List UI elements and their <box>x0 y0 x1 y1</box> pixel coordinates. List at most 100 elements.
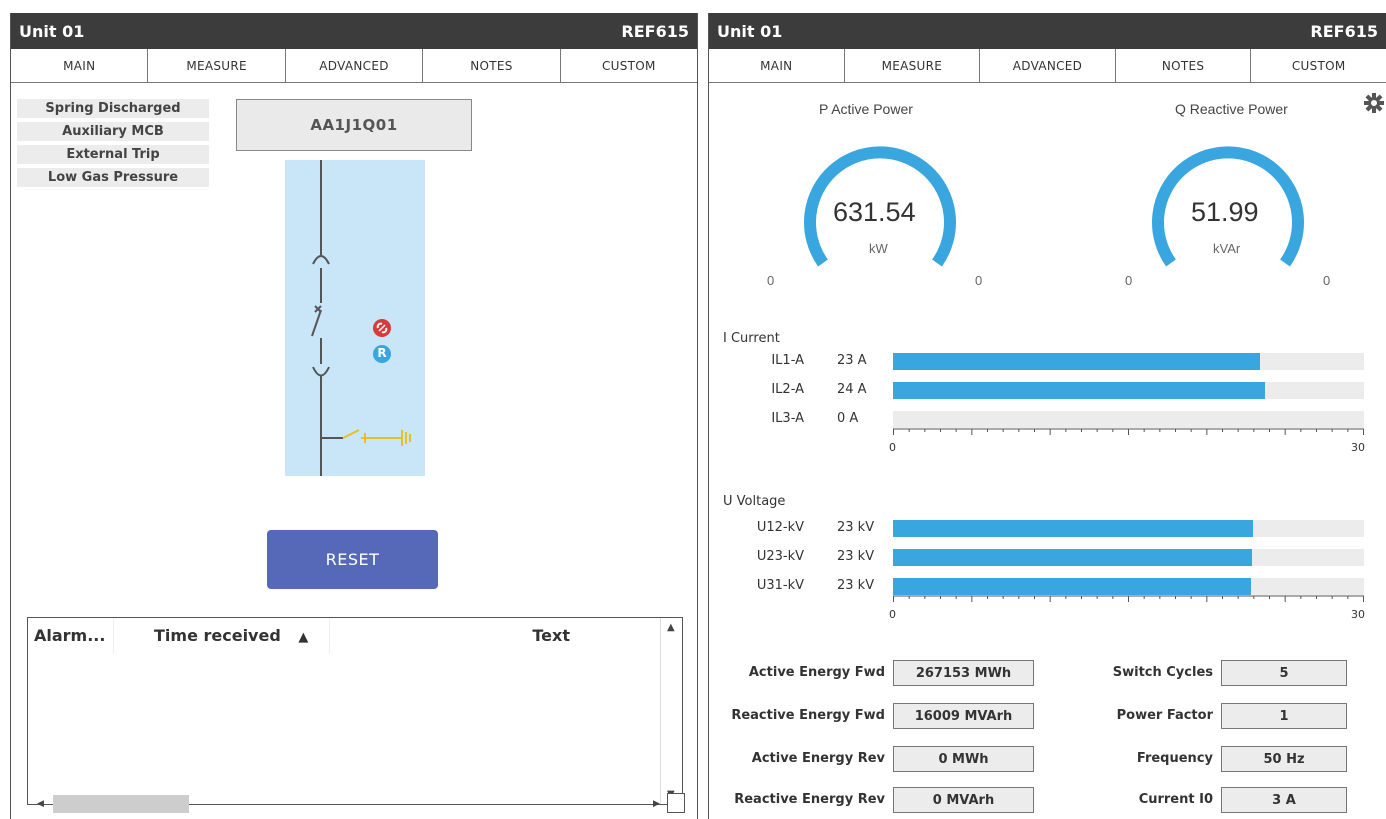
tab-main[interactable]: MAIN <box>11 49 149 82</box>
gauge-q-min: 0 <box>1125 273 1133 288</box>
field-label: Reactive Energy Fwd <box>731 708 885 723</box>
field-value: 50 Hz <box>1221 746 1347 772</box>
voltage-axis-max: 30 <box>1351 608 1365 621</box>
current-axis-min: 0 <box>889 441 896 454</box>
gauge-p-min: 0 <box>767 273 775 288</box>
disconnector-bottom-icon <box>312 366 330 377</box>
gauge-p-value: 631.54 <box>833 197 916 227</box>
sort-ascending-icon[interactable]: ▲ <box>298 630 308 645</box>
right-unit-panel: Unit 01 REF615 MAIN MEASURE ADVANCED NOT… <box>708 13 1386 819</box>
current-bar-fill <box>893 353 1261 370</box>
tab-main[interactable]: MAIN <box>709 49 845 82</box>
current-row-value: 24 A <box>837 382 867 397</box>
field-label: Active Energy Fwd <box>748 665 885 680</box>
alarm-table-header: Alarm... Time received ▲ Text <box>28 618 660 654</box>
gauge-p-unit: kW <box>869 241 888 256</box>
tab-notes[interactable]: NOTES <box>423 49 561 82</box>
left-model: REF615 <box>621 21 689 41</box>
tab-measure[interactable]: MEASURE <box>844 49 981 82</box>
reset-button[interactable]: RESET <box>267 530 438 589</box>
field-value: 16009 MVArh <box>893 703 1034 729</box>
gauge-q-unit: kVAr <box>1213 241 1241 256</box>
current-axis <box>893 428 1364 435</box>
col-time-label: Time received <box>154 626 281 645</box>
field-value: 0 MVArh <box>893 787 1034 813</box>
current-row-value: 23 A <box>837 353 867 368</box>
voltage-bar-fill <box>893 549 1253 566</box>
tab-custom[interactable]: CUSTOM <box>560 49 697 82</box>
voltage-bar-track <box>893 549 1364 566</box>
scroll-right-icon[interactable]: ▶ <box>653 799 660 809</box>
right-tabs: MAIN MEASURE ADVANCED NOTES CUSTOM <box>709 49 1386 83</box>
scroll-corner <box>667 793 685 813</box>
single-line-diagram-svg <box>311 160 411 476</box>
current-row-label: IL3-A <box>771 411 804 426</box>
current-section-title: I Current <box>723 331 780 346</box>
voltage-row-value: 23 kV <box>837 549 875 564</box>
gauge-q-value: 51.99 <box>1191 197 1259 227</box>
left-titlebar: Unit 01 REF615 <box>11 13 697 49</box>
field-value: 5 <box>1221 660 1347 686</box>
voltage-axis <box>893 595 1364 602</box>
field-value: 1 <box>1221 703 1347 729</box>
tab-advanced[interactable]: ADVANCED <box>285 49 424 82</box>
left-tabs: MAIN MEASURE ADVANCED NOTES CUSTOM <box>11 49 697 83</box>
indicator-auxiliary-mcb: Auxiliary MCB <box>17 122 209 141</box>
current-bar-track <box>893 382 1364 399</box>
current-row-label: IL2-A <box>771 382 804 397</box>
device-name-box[interactable]: AA1J1Q01 <box>236 99 472 151</box>
current-bar-track <box>893 353 1364 370</box>
earth-switch-icon <box>342 429 360 439</box>
gear-icon[interactable] <box>1364 93 1384 113</box>
scroll-left-icon[interactable]: ◀ <box>37 799 44 809</box>
field-label: Reactive Energy Rev <box>734 792 885 807</box>
alarm-horizontal-scrollbar[interactable]: ◀ ▶ <box>27 795 667 813</box>
single-line-diagram: R <box>285 160 425 476</box>
gauge-q-title: Q Reactive Power <box>1175 101 1288 117</box>
field-value: 0 MWh <box>893 746 1034 772</box>
current-row-value: 0 A <box>837 411 859 426</box>
alarm-table: Alarm... Time received ▲ Text ▲ ▼ <box>27 617 683 805</box>
field-label: Current I0 <box>1138 792 1213 807</box>
scroll-up-icon[interactable]: ▲ <box>667 622 675 633</box>
right-title: Unit 01 <box>717 21 783 41</box>
alarm-vertical-scrollbar[interactable]: ▲ ▼ <box>660 618 682 804</box>
tab-custom[interactable]: CUSTOM <box>1251 49 1386 82</box>
disconnector-top-icon <box>312 255 330 265</box>
left-unit-panel: Unit 01 REF615 MAIN MEASURE ADVANCED NOT… <box>10 13 698 819</box>
col-text-header[interactable]: Text <box>330 618 660 654</box>
current-axis-max: 30 <box>1351 441 1365 454</box>
indicator-spring-discharged: Spring Discharged <box>17 99 209 118</box>
gauge-q-max: 0 <box>1323 273 1331 288</box>
current-bar-fill <box>893 382 1266 399</box>
voltage-row-label: U23-kV <box>756 549 804 564</box>
voltage-row-value: 23 kV <box>837 578 875 593</box>
field-label: Switch Cycles <box>1112 665 1213 680</box>
left-title: Unit 01 <box>19 21 85 41</box>
field-value: 3 A <box>1221 787 1347 813</box>
col-alarm-header[interactable]: Alarm... <box>28 618 114 654</box>
voltage-axis-min: 0 <box>889 608 896 621</box>
tab-advanced[interactable]: ADVANCED <box>980 49 1116 82</box>
gauge-p-title: P Active Power <box>819 101 913 117</box>
voltage-section-title: U Voltage <box>723 494 786 509</box>
field-label: Power Factor <box>1116 708 1213 723</box>
voltage-row-label: U12-kV <box>756 520 804 535</box>
current-row-label: IL1-A <box>771 353 804 368</box>
voltage-row-label: U31-kV <box>756 578 804 593</box>
tab-measure[interactable]: MEASURE <box>148 49 286 82</box>
tab-notes[interactable]: NOTES <box>1115 49 1252 82</box>
horizontal-scroll-thumb[interactable] <box>53 795 189 813</box>
field-label: Active Energy Rev <box>751 751 885 766</box>
right-model: REF615 <box>1310 21 1378 41</box>
indicator-low-gas-pressure: Low Gas Pressure <box>17 168 209 187</box>
voltage-row-value: 23 kV <box>837 520 875 535</box>
current-bar-track <box>893 411 1364 428</box>
field-label: Frequency <box>1136 751 1213 766</box>
voltage-bar-track <box>893 578 1364 595</box>
col-time-header[interactable]: Time received ▲ <box>114 618 330 654</box>
voltage-bar-fill <box>893 578 1251 595</box>
right-titlebar: Unit 01 REF615 <box>709 13 1386 49</box>
breaker-contact-icon <box>311 309 322 337</box>
remote-mode-label: R <box>377 346 387 360</box>
